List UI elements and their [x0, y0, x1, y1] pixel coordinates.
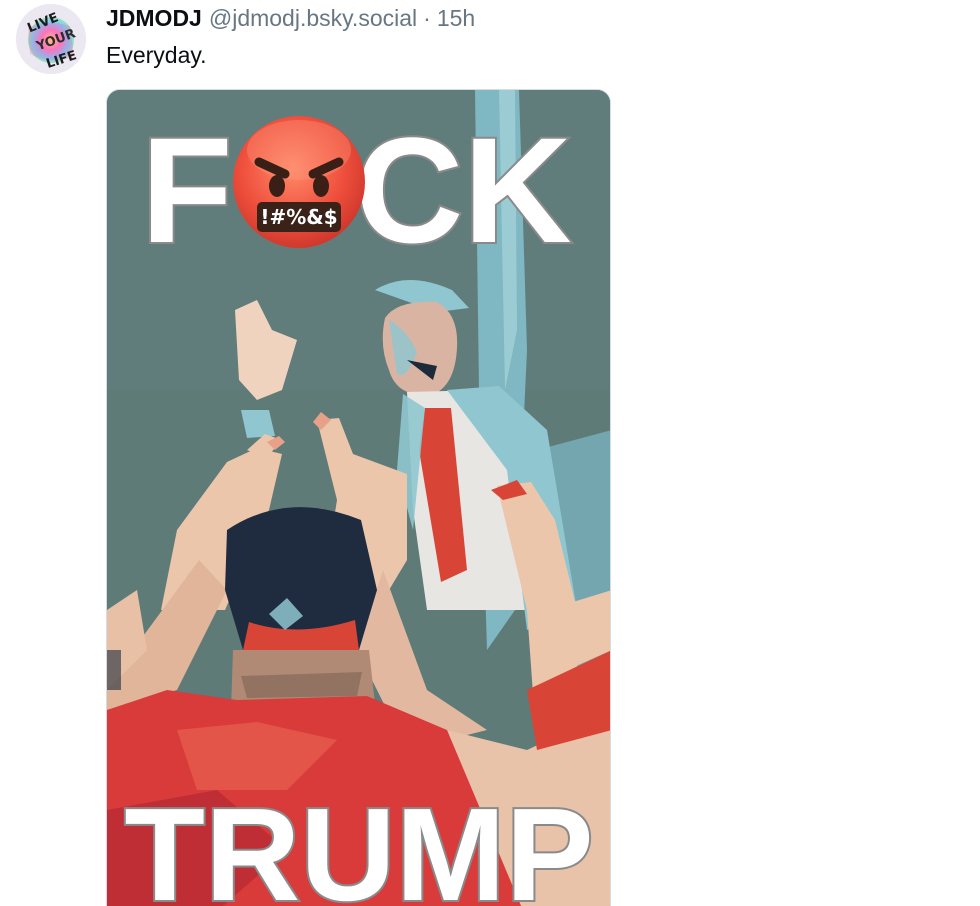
- image-top-text-left: F: [141, 106, 233, 274]
- author-handle[interactable]: @jdmodj.bsky.social: [209, 3, 417, 33]
- post-header: JDMODJ @jdmodj.bsky.social · 15h: [106, 3, 475, 33]
- author-display-name[interactable]: JDMODJ: [106, 3, 202, 33]
- angry-face-with-symbols-icon: !#%&$: [233, 116, 365, 248]
- image-bottom-text: TRUMP: [124, 781, 593, 906]
- post-text: Everyday.: [106, 42, 207, 68]
- post-image[interactable]: F CK !#%&$ TRUMP: [106, 89, 611, 906]
- image-top-text-right: CK: [355, 106, 572, 274]
- post-timestamp[interactable]: 15h: [437, 3, 475, 33]
- emoji-symbols-text: !#%&$: [260, 205, 337, 229]
- post-image-artwork: F CK !#%&$ TRUMP: [107, 90, 610, 906]
- header-separator: ·: [423, 5, 431, 31]
- post-item[interactable]: LIVE YOUR LIFE JDMODJ @jdmodj.bsky.socia…: [0, 0, 980, 906]
- avatar[interactable]: LIVE YOUR LIFE: [16, 4, 86, 74]
- avatar-image: LIVE YOUR LIFE: [16, 4, 86, 74]
